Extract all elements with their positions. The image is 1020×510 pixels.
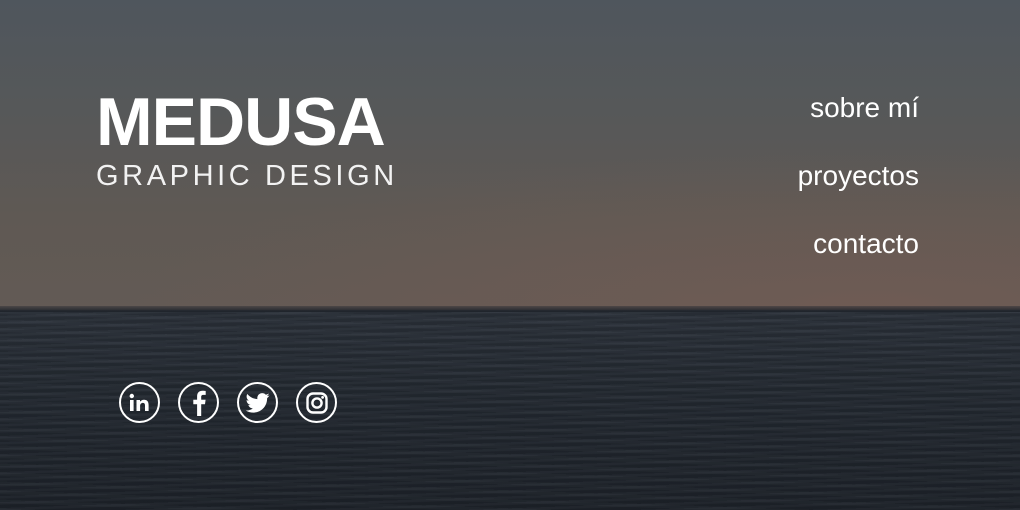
nav-link-contacto[interactable]: contacto [798,226,919,262]
brand-title: MEDUSA [96,84,386,160]
twitter-button[interactable] [237,382,278,423]
horizon-line [0,306,1020,312]
instagram-button[interactable] [296,382,337,423]
brand-subtitle: GRAPHIC DESIGN [96,160,398,192]
facebook-button[interactable] [178,382,219,423]
main-nav: sobre mí proyectos contacto [798,90,919,262]
nav-link-sobre-mi[interactable]: sobre mí [798,90,919,126]
twitter-icon [245,392,269,413]
social-links [119,382,337,423]
linkedin-icon [129,393,149,411]
hero-section: MEDUSA GRAPHIC DESIGN sobre mí proyectos… [0,0,1020,510]
nav-link-proyectos[interactable]: proyectos [798,158,919,194]
brand-logo[interactable]: MEDUSA GRAPHIC DESIGN [96,88,398,192]
facebook-icon [192,390,206,416]
instagram-icon [305,391,328,414]
linkedin-button[interactable] [119,382,160,423]
